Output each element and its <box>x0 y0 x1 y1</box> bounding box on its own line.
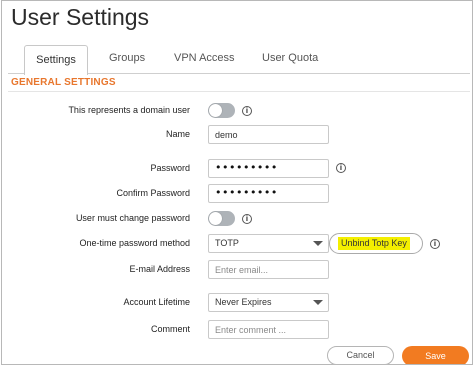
unbind-totp-key-button[interactable]: Unbind Totp Key <box>329 233 423 254</box>
comment-field[interactable] <box>208 320 329 339</box>
section-header: GENERAL SETTINGS <box>11 77 116 88</box>
password-label: Password <box>150 163 190 173</box>
comment-label: Comment <box>150 324 190 334</box>
otp-method-select[interactable]: TOTP <box>208 234 329 253</box>
domain-user-toggle[interactable] <box>208 103 235 118</box>
domain-user-label: This represents a domain user <box>68 105 190 115</box>
user-settings-window: User Settings Settings Groups VPN Access… <box>1 0 473 365</box>
info-icon[interactable]: i <box>242 106 252 116</box>
toggle-knob <box>209 212 222 225</box>
account-lifetime-value: Never Expires <box>215 297 272 307</box>
save-button[interactable]: Save <box>402 346 469 364</box>
cancel-button[interactable]: Cancel <box>327 346 394 364</box>
must-change-password-toggle[interactable] <box>208 211 235 226</box>
confirm-password-field[interactable]: ••••••••• <box>208 184 329 203</box>
page-title: User Settings <box>11 4 150 30</box>
tab-vpn-access[interactable]: VPN Access <box>174 52 235 64</box>
info-icon[interactable]: i <box>336 163 346 173</box>
account-lifetime-label: Account Lifetime <box>123 297 190 307</box>
tab-settings[interactable]: Settings <box>24 45 88 75</box>
chevron-down-icon <box>313 241 323 246</box>
otp-method-value: TOTP <box>215 238 239 248</box>
tab-user-quota[interactable]: User Quota <box>262 52 318 64</box>
account-lifetime-select[interactable]: Never Expires <box>208 293 329 312</box>
email-field[interactable] <box>208 260 329 279</box>
otp-method-label: One-time password method <box>79 238 190 248</box>
unbind-totp-key-label: Unbind Totp Key <box>338 237 410 250</box>
chevron-down-icon <box>313 300 323 305</box>
tab-bar: Settings Groups VPN Access User Quota <box>2 44 472 75</box>
tab-groups[interactable]: Groups <box>109 52 145 64</box>
email-label: E-mail Address <box>129 264 190 274</box>
name-label: Name <box>165 129 190 139</box>
must-change-password-label: User must change password <box>75 213 190 223</box>
password-field[interactable]: ••••••••• <box>208 159 329 178</box>
toggle-knob <box>209 104 222 117</box>
info-icon[interactable]: i <box>430 239 440 249</box>
name-field[interactable] <box>208 125 329 144</box>
confirm-password-label: Confirm Password <box>116 188 190 198</box>
section-divider <box>8 91 470 92</box>
info-icon[interactable]: i <box>242 214 252 224</box>
